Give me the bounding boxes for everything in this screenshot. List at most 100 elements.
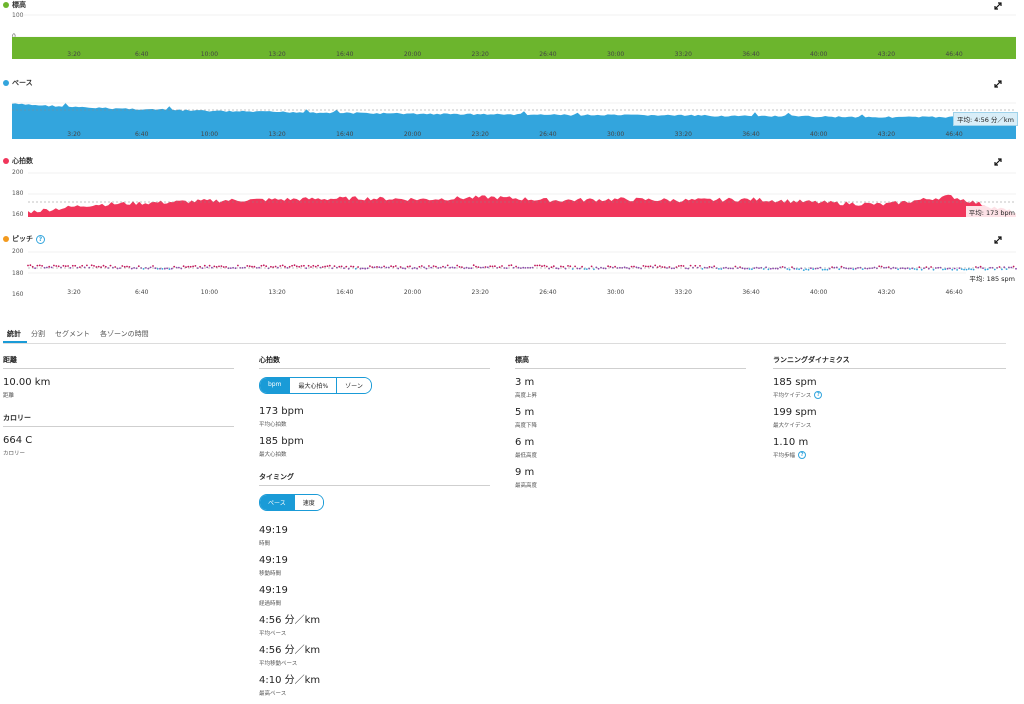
x-axis-tick: 16:40 — [336, 289, 353, 296]
cadence-point — [767, 268, 770, 271]
cadence-point — [321, 266, 324, 268]
toggle-zones[interactable]: ゾーン — [336, 378, 371, 393]
stat-value: 4:56 分／km — [259, 615, 321, 626]
stat-value: 49:19 — [259, 555, 288, 566]
cadence-point — [317, 264, 319, 267]
cadence-point — [694, 264, 697, 267]
cadence-plot: 3:20 6:40 10:00 13:20 16:40 20:00 23:20 26:40 30… — [27, 251, 1017, 296]
toggle-speed[interactable]: 速度 — [293, 495, 323, 510]
cadence-point — [442, 265, 444, 268]
x-axis-tick: 40:00 — [810, 51, 827, 58]
cadence-point — [383, 265, 385, 268]
calories-label: カロリー — [3, 451, 26, 457]
cadence-point — [402, 267, 404, 270]
avg-cadence-stat: 185 spm 平均ケイデンス ? — [773, 377, 1006, 399]
cadence-point — [229, 267, 232, 269]
cadence-point — [781, 266, 784, 268]
avg-stride-length-stat: 1.10 m 平均歩幅 ? — [773, 437, 1006, 459]
x-axis-tick: 33:20 — [675, 131, 692, 138]
tab-time-in-zones[interactable]: 各ゾーンの時間 — [96, 327, 155, 343]
cadence-point — [154, 267, 157, 270]
cadence-point — [475, 265, 477, 268]
cadence-point — [729, 267, 732, 270]
pace-plot: 3:20 6:40 10:00 13:20 16:40 20:00 23:20 26:40 30… — [12, 102, 1016, 139]
cadence-point — [307, 264, 310, 267]
help-icon[interactable]: ? — [814, 391, 823, 399]
x-axis-tick: 26:40 — [539, 131, 556, 138]
cadence-point — [274, 265, 277, 268]
x-axis-tick: 46:40 — [945, 131, 962, 138]
toggle-max-hr-percent[interactable]: 最大心拍% — [289, 378, 337, 393]
cadence-point — [659, 265, 661, 267]
tab-stats[interactable]: 統計 — [3, 327, 27, 343]
stat-value: 4:10 分／km — [259, 675, 321, 686]
heart-rate-chart: 心拍数 200 180 160 平均: 173 bpm — [0, 156, 1024, 220]
cadence-point — [300, 265, 303, 267]
stat-label-row: 平均ケイデンス ? — [773, 391, 1006, 399]
cadence-point — [248, 265, 251, 268]
toggle-pace[interactable]: ペース — [260, 495, 294, 510]
cadence-point — [126, 265, 128, 268]
cadence-point — [456, 264, 459, 267]
pace-chart: ペース 3:20 6:40 10:00 13:20 16:40 20:00 23:20 26:… — [0, 78, 1024, 140]
elapsed-time-stat: 49:19 経過時間 — [259, 585, 490, 607]
x-axis-tick: 40:00 — [810, 289, 827, 296]
x-axis-tick: 10:00 — [201, 51, 218, 58]
cadence-point — [567, 265, 569, 267]
cadence-point — [208, 264, 211, 267]
x-axis-tick: 36:40 — [742, 289, 759, 296]
cadence-point — [34, 267, 36, 270]
stat-label: 最高ペース — [259, 691, 287, 697]
cadence-point — [571, 268, 574, 270]
cadence-point — [916, 268, 918, 271]
stat-value: 185 bpm — [259, 436, 304, 447]
cadence-point — [225, 266, 228, 268]
cadence-point — [718, 268, 720, 270]
stat-value: 185 spm — [773, 377, 817, 388]
pace-average-label: 平均: 4:56 分／km — [952, 112, 1018, 126]
cadence-point — [458, 266, 461, 268]
cadence-point — [562, 265, 565, 268]
cadence-point — [821, 268, 824, 271]
cadence-point — [491, 265, 494, 268]
max-cadence-stat: 199 spm 最大ケイデンス — [773, 407, 1006, 429]
cadence-point — [328, 264, 331, 267]
toggle-bpm[interactable]: bpm — [260, 378, 290, 393]
cadence-point — [590, 265, 593, 268]
cadence-point — [340, 265, 343, 268]
cadence-point — [826, 268, 829, 271]
cadence-point — [680, 264, 683, 267]
heart-unit-toggle: bpm 最大心拍% ゾーン — [259, 377, 372, 394]
x-axis-tick: 36:40 — [742, 51, 759, 58]
cadence-point — [376, 266, 378, 268]
stats-column-distance: 距離 10.00 km 距離 カロリー 664 C カロリー — [3, 355, 234, 457]
cadence-point — [357, 266, 359, 268]
cadence-point — [203, 264, 206, 267]
cadence-point — [861, 268, 864, 270]
help-icon[interactable]: ? — [798, 451, 807, 459]
tab-splits[interactable]: 分割 — [27, 327, 51, 343]
cadence-point — [682, 265, 685, 267]
cadence-point — [64, 265, 67, 268]
cadence-point — [446, 264, 449, 267]
cadence-point — [637, 266, 640, 269]
cadence-point — [182, 265, 185, 268]
cadence-point — [630, 265, 633, 268]
cadence-point — [569, 265, 572, 268]
cadence-point — [942, 268, 944, 271]
cadence-point — [484, 266, 487, 268]
stat-label: 経過時間 — [259, 601, 282, 607]
stat-label: 最低高度 — [515, 453, 538, 459]
x-axis-tick: 36:40 — [742, 131, 759, 138]
cadence-point — [281, 264, 284, 267]
tab-segments[interactable]: セグメント — [51, 327, 96, 343]
cadence-point — [109, 264, 112, 267]
cadence-point — [751, 268, 753, 271]
calories-value: 664 C — [3, 435, 33, 446]
cadence-point — [1015, 267, 1017, 270]
cadence-point — [748, 268, 751, 270]
cadence-point — [746, 267, 749, 270]
cadence-point — [53, 264, 55, 267]
cadence-point — [850, 267, 852, 270]
cadence-point — [993, 268, 996, 271]
